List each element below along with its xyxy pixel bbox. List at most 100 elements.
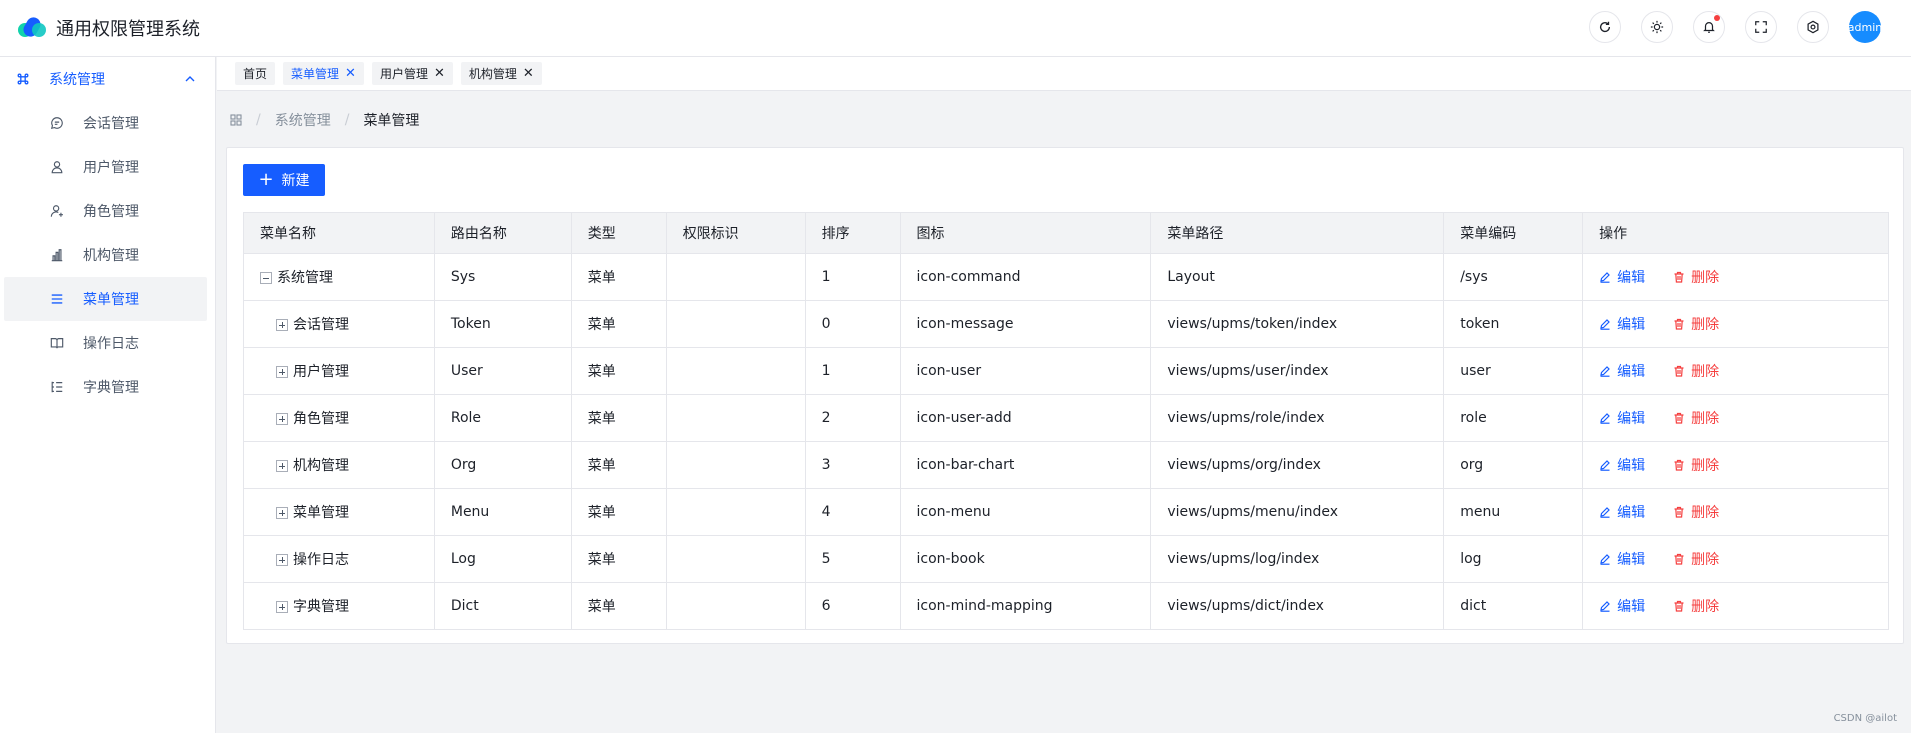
edit-button[interactable]: 编辑 (1599, 408, 1645, 428)
cell-sort: 4 (804, 488, 901, 536)
sidebar-item-org[interactable]: 机构管理 (0, 233, 215, 277)
tab-home[interactable]: 首页 (235, 62, 276, 85)
sidebar-item-log[interactable]: 操作日志 (0, 321, 215, 365)
sidebar-item-label: 操作日志 (83, 336, 139, 352)
edit-button[interactable]: 编辑 (1599, 549, 1645, 569)
cell-icon: icon-bar-chart (899, 441, 1152, 489)
fullscreen-button[interactable] (1745, 11, 1777, 43)
new-button[interactable]: + 新建 (243, 164, 325, 196)
notification-button[interactable] (1693, 11, 1725, 43)
expand-icon[interactable] (276, 413, 288, 425)
cell-type: 菜单 (570, 535, 667, 583)
collapse-icon[interactable] (260, 272, 272, 284)
sidebar: 系统管理 会话管理 用户管理 角色管理 机构管理 菜单管理 操作日志 字典管理 (0, 57, 216, 733)
column-header: 类型 (570, 212, 667, 254)
cell-menu-name: 字典管理 (243, 582, 435, 630)
delete-button[interactable]: 删除 (1673, 455, 1719, 475)
refresh-button[interactable] (1589, 11, 1621, 43)
delete-label: 删除 (1691, 317, 1720, 333)
delete-label: 删除 (1691, 505, 1720, 521)
expand-icon[interactable] (276, 507, 288, 519)
apps-icon[interactable] (230, 114, 242, 126)
close-icon[interactable]: ✕ (345, 66, 356, 81)
delete-button[interactable]: 删除 (1673, 549, 1719, 569)
edit-icon (1600, 554, 1610, 565)
tab-label: 菜单管理 (291, 67, 340, 81)
delete-label: 删除 (1691, 552, 1720, 568)
menu-table: 菜单名称 路由名称 类型 权限标识 排序 图标 菜单路径 菜单编码 操作 系统管… (243, 212, 1889, 630)
edit-label: 编辑 (1617, 317, 1646, 333)
tab-menu[interactable]: 菜单管理 ✕ (283, 62, 364, 85)
edit-label: 编辑 (1617, 270, 1646, 286)
cell-icon: icon-book (899, 535, 1152, 583)
breadcrumb-parent[interactable]: 系统管理 (275, 110, 331, 130)
delete-button[interactable]: 删除 (1673, 408, 1719, 428)
expand-icon[interactable] (276, 366, 288, 378)
command-icon (17, 73, 29, 85)
sidebar-item-session[interactable]: 会话管理 (0, 101, 215, 145)
close-icon[interactable]: ✕ (523, 66, 534, 81)
cell-menu-name: 系统管理 (243, 253, 435, 301)
edit-button[interactable]: 编辑 (1599, 314, 1645, 334)
sidebar-group-label: 系统管理 (49, 72, 105, 88)
settings-button[interactable] (1797, 11, 1829, 43)
close-icon[interactable]: ✕ (434, 66, 445, 81)
message-icon (50, 117, 63, 130)
delete-button[interactable]: 删除 (1673, 502, 1719, 522)
edit-label: 编辑 (1617, 364, 1646, 380)
cell-type: 菜单 (570, 253, 667, 301)
header-actions: admin (1589, 11, 1882, 43)
sidebar-group-system[interactable]: 系统管理 (0, 57, 215, 101)
sidebar-item-user[interactable]: 用户管理 (0, 145, 215, 189)
gear-icon (1807, 20, 1819, 34)
cell-menu-name: 会话管理 (243, 300, 435, 348)
plus-icon: + (258, 169, 274, 190)
cell-permission (665, 535, 806, 583)
cell-sort: 6 (804, 582, 901, 630)
cell-permission (665, 582, 806, 630)
avatar[interactable]: admin (1848, 11, 1882, 43)
delete-button[interactable]: 删除 (1673, 596, 1719, 616)
expand-icon[interactable] (276, 460, 288, 472)
cell-code: menu (1443, 488, 1584, 536)
menu-name-text: 系统管理 (277, 270, 333, 286)
column-header: 路由名称 (433, 212, 572, 254)
edit-button[interactable]: 编辑 (1599, 267, 1645, 287)
edit-button[interactable]: 编辑 (1599, 502, 1645, 522)
cell-actions: 编辑 删除 (1582, 441, 1889, 489)
column-header: 权限标识 (665, 212, 806, 254)
sidebar-item-dict[interactable]: 字典管理 (0, 365, 215, 409)
menu-name-text: 用户管理 (293, 364, 349, 380)
menu-name-text: 角色管理 (293, 411, 349, 427)
delete-button[interactable]: 删除 (1673, 314, 1719, 334)
cell-type: 菜单 (570, 488, 667, 536)
watermark-note: CSDN @ailot (1833, 713, 1897, 724)
sidebar-item-menu[interactable]: 菜单管理 (4, 277, 207, 321)
edit-button[interactable]: 编辑 (1599, 455, 1645, 475)
cell-icon: icon-command (899, 253, 1152, 301)
delete-button[interactable]: 删除 (1673, 267, 1719, 287)
delete-button[interactable]: 删除 (1673, 361, 1719, 381)
table-row: 菜单管理 Menu 菜单 4 icon-menu views/upms/menu/inde… (243, 488, 1889, 536)
cell-code: role (1443, 394, 1584, 442)
edit-icon (1600, 460, 1610, 471)
theme-toggle-button[interactable] (1641, 11, 1673, 43)
cell-icon: icon-mind-mapping (899, 582, 1152, 630)
cell-sort: 1 (804, 253, 901, 301)
edit-button[interactable]: 编辑 (1599, 596, 1645, 616)
cell-permission (665, 300, 806, 348)
sidebar-item-role[interactable]: 角色管理 (0, 189, 215, 233)
expand-icon[interactable] (276, 554, 288, 566)
tab-org[interactable]: 机构管理 ✕ (460, 62, 542, 85)
table-header-row: 菜单名称 路由名称 类型 权限标识 排序 图标 菜单路径 菜单编码 操作 (243, 212, 1889, 254)
menu-name-text: 字典管理 (293, 599, 349, 615)
cell-route: Log (433, 535, 572, 583)
cell-actions: 编辑 删除 (1582, 347, 1889, 395)
tab-user[interactable]: 用户管理 ✕ (371, 62, 453, 85)
table-row: 字典管理 Dict 菜单 6 icon-mind-mapping views/upms/d… (243, 582, 1889, 630)
expand-icon[interactable] (276, 601, 288, 613)
expand-icon[interactable] (276, 319, 288, 331)
edit-button[interactable]: 编辑 (1599, 361, 1645, 381)
cell-code: token (1443, 300, 1584, 348)
cell-permission (665, 441, 806, 489)
